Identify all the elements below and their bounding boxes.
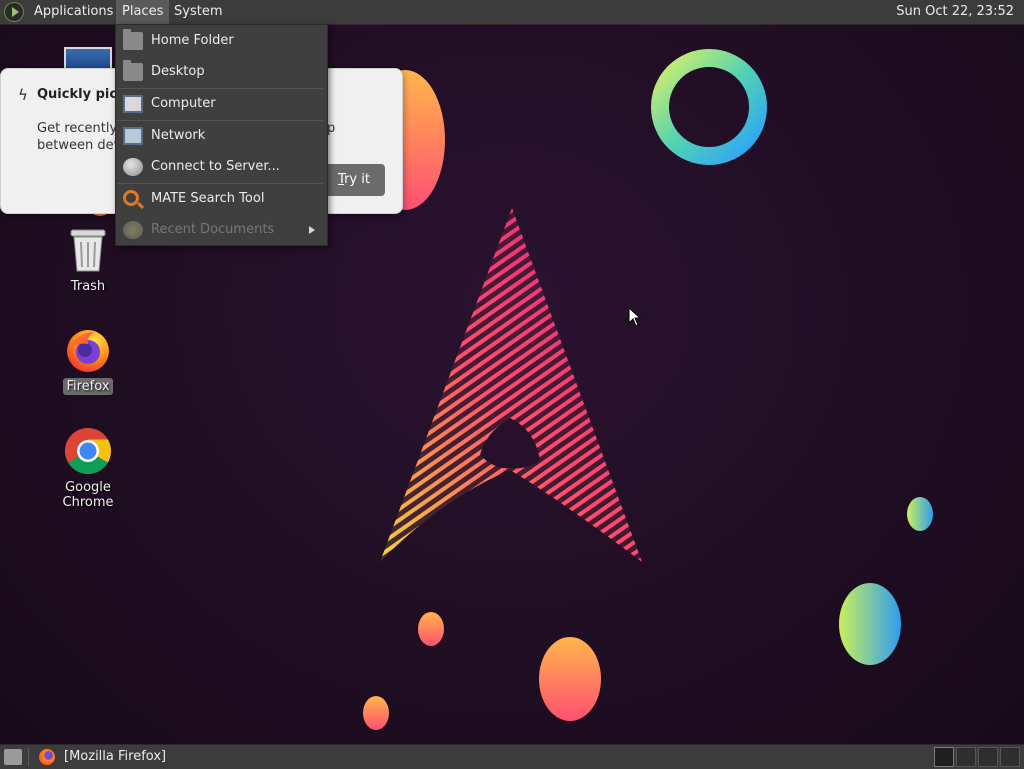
bottom-panel: [Mozilla Firefox] (0, 744, 1024, 769)
notification-body-tail: p (327, 121, 336, 136)
desktop-icon-label: Google Chrome (62, 480, 114, 510)
orb-decoration (418, 612, 444, 646)
firefox-icon (39, 749, 55, 765)
orb-decoration (539, 637, 601, 721)
notification-body-line: between devi (37, 138, 125, 153)
menu-item-label: MATE Search Tool (151, 191, 265, 206)
desktop-folder-icon (123, 60, 143, 81)
menu-item-label: Computer (151, 96, 216, 111)
network-icon (123, 127, 143, 145)
menu-item-label: Desktop (151, 64, 205, 79)
taskbar-button-label: [Mozilla Firefox] (64, 749, 167, 764)
menu-applications[interactable]: Applications (28, 0, 119, 24)
menu-item-recent-documents[interactable]: Recent Documents (116, 215, 325, 245)
menu-item-label: Connect to Server... (151, 159, 280, 174)
mouse-cursor-icon (628, 307, 642, 327)
workspace-1[interactable] (934, 747, 954, 767)
menu-item-label: Recent Documents (151, 222, 275, 237)
try-it-label: ry it (344, 172, 370, 187)
orb-decoration (907, 497, 933, 531)
mate-logo-icon[interactable] (4, 2, 24, 22)
search-tool-icon (123, 190, 139, 206)
chrome-icon (65, 428, 111, 474)
desktop-icon-label: Firefox (63, 378, 113, 395)
panel-separator (28, 748, 29, 766)
trash-icon (70, 229, 106, 272)
globe-icon (123, 158, 143, 176)
menu-item-label: Home Folder (151, 33, 234, 48)
workspace-2[interactable] (956, 747, 976, 767)
computer-icon (123, 95, 143, 113)
workspace-switcher (934, 745, 1024, 769)
menu-item-mate-search-tool[interactable]: MATE Search Tool (116, 184, 325, 214)
try-it-button[interactable]: Try it (323, 164, 385, 196)
workspace-3[interactable] (978, 747, 998, 767)
desktop-icon-google-chrome[interactable]: Google Chrome (38, 427, 138, 511)
menu-item-connect-to-server[interactable]: Connect to Server... (116, 152, 325, 182)
home-folder-icon (123, 29, 143, 50)
menu-item-home-folder[interactable]: Home Folder (116, 26, 325, 56)
clock[interactable]: Sun Oct 22, 23:52 (890, 0, 1020, 24)
firefox-icon (67, 330, 109, 372)
desktop-icon-label: Trash (70, 279, 106, 294)
places-menu: Home Folder Desktop Computer Network Con… (115, 24, 328, 246)
top-panel: Applications Places System Sun Oct 22, 2… (0, 0, 1024, 25)
computer-desktop-icon[interactable] (64, 47, 112, 69)
recent-documents-icon (123, 221, 143, 239)
menu-item-label: Network (151, 128, 206, 143)
desktop-icon-firefox[interactable]: Firefox (38, 326, 138, 395)
menu-system[interactable]: System (168, 0, 228, 24)
orb-decoration (839, 583, 901, 665)
taskbar-button-firefox[interactable]: [Mozilla Firefox] (34, 745, 172, 769)
lightning-icon: ϟ (18, 86, 28, 104)
menu-item-network[interactable]: Network (116, 121, 325, 151)
menu-item-computer[interactable]: Computer (116, 89, 325, 119)
orb-decoration (363, 696, 389, 730)
menu-places[interactable]: Places (116, 0, 170, 24)
show-desktop-icon[interactable] (4, 749, 22, 765)
menu-item-desktop[interactable]: Desktop (116, 57, 325, 87)
workspace-4[interactable] (1000, 747, 1020, 767)
ring-decoration (651, 49, 767, 165)
arch-logo (380, 208, 642, 562)
submenu-arrow-icon (309, 226, 315, 234)
